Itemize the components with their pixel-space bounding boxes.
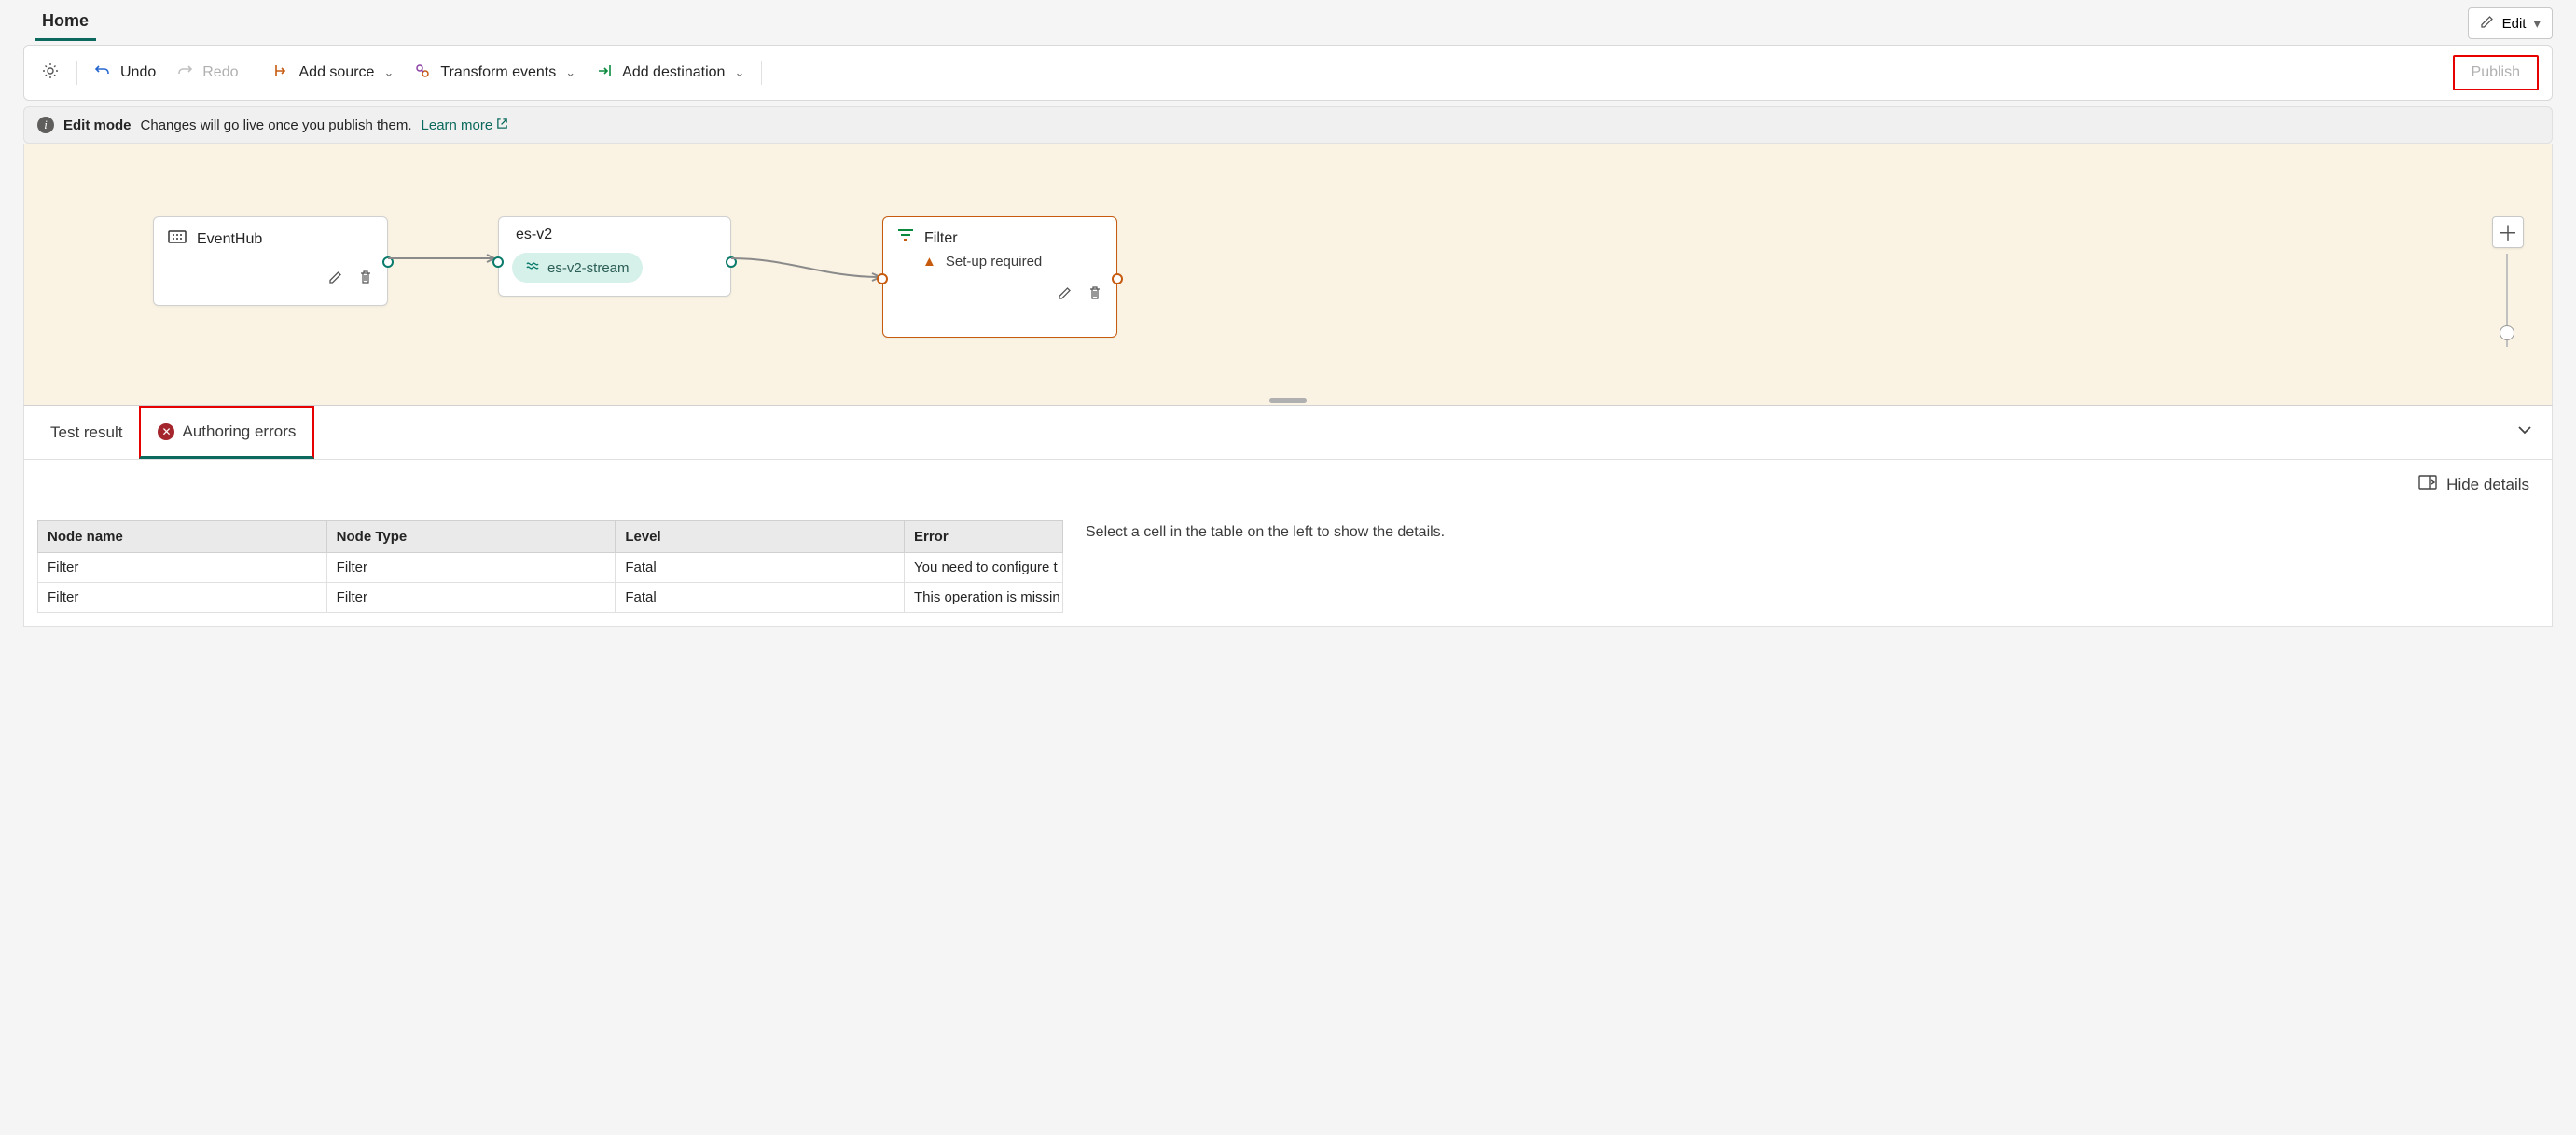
cell-node-type[interactable]: Filter bbox=[326, 553, 616, 583]
node-filter[interactable]: Filter ▲ Set-up required bbox=[882, 216, 1117, 338]
output-port[interactable] bbox=[382, 256, 394, 268]
col-node-type[interactable]: Node Type bbox=[326, 521, 616, 553]
publish-button[interactable]: Publish bbox=[2453, 55, 2539, 90]
node-esv2[interactable]: es-v2 es-v2-stream bbox=[498, 216, 731, 297]
hide-details-button[interactable]: Hide details bbox=[2409, 467, 2539, 502]
connector bbox=[731, 251, 885, 288]
transform-label: Transform events bbox=[440, 64, 556, 81]
redo-button: Redo bbox=[173, 61, 242, 86]
pencil-icon bbox=[2480, 14, 2495, 33]
node-eventhub-title: EventHub bbox=[197, 231, 262, 248]
zoom-slider-thumb[interactable] bbox=[2500, 325, 2514, 340]
col-node-name[interactable]: Node name bbox=[38, 521, 327, 553]
redo-label: Redo bbox=[202, 64, 238, 81]
hide-details-label: Hide details bbox=[2446, 476, 2529, 494]
chevron-down-icon: ⌄ bbox=[565, 65, 575, 80]
stream-icon bbox=[525, 258, 540, 277]
add-destination-button[interactable]: Add destination ⌄ bbox=[592, 61, 748, 86]
tabbar: Home Edit ▾ bbox=[23, 0, 2553, 41]
cell-node-name[interactable]: Filter bbox=[38, 553, 327, 583]
info-icon: i bbox=[37, 117, 54, 133]
plus-icon: ＋ bbox=[2498, 217, 2518, 247]
pipeline-canvas[interactable]: EventHub es-v2 es-v2-stream bbox=[23, 144, 2553, 405]
cell-level[interactable]: Fatal bbox=[616, 583, 905, 613]
banner-text: Changes will go live once you publish th… bbox=[141, 118, 412, 133]
edit-node-button[interactable] bbox=[1055, 283, 1075, 303]
add-destination-icon bbox=[596, 62, 613, 84]
transform-icon bbox=[414, 62, 431, 84]
gear-icon bbox=[41, 62, 60, 85]
panel-resize-handle[interactable] bbox=[1269, 398, 1307, 403]
connector bbox=[388, 251, 500, 266]
table-row[interactable]: Filter Filter Fatal You need to configur… bbox=[38, 553, 1063, 583]
edit-button-label: Edit bbox=[2502, 16, 2527, 32]
redo-icon bbox=[176, 62, 193, 84]
settings-button[interactable] bbox=[37, 60, 63, 87]
details-panel: Hide details Node name Node Type Level E… bbox=[23, 460, 2553, 627]
separator bbox=[761, 61, 762, 85]
col-error[interactable]: Error bbox=[904, 521, 1062, 553]
output-port[interactable] bbox=[726, 256, 737, 268]
edit-node-button[interactable] bbox=[325, 267, 346, 287]
add-source-button[interactable]: Add source ⌄ bbox=[270, 61, 398, 86]
tab-test-result[interactable]: Test result bbox=[34, 408, 139, 457]
chevron-down-icon: ▾ bbox=[2533, 15, 2541, 32]
learn-more-link[interactable]: Learn more bbox=[422, 118, 509, 133]
toolbar: Undo Redo Add source ⌄ Transform events … bbox=[23, 45, 2553, 101]
input-port[interactable] bbox=[877, 273, 888, 284]
table-row[interactable]: Filter Filter Fatal This operation is mi… bbox=[38, 583, 1063, 613]
add-source-label: Add source bbox=[299, 64, 375, 81]
add-source-icon bbox=[273, 62, 290, 84]
edit-mode-banner: i Edit mode Changes will go live once yo… bbox=[23, 106, 2553, 144]
chevron-down-icon bbox=[2516, 423, 2533, 442]
warning-icon: ▲ bbox=[922, 254, 936, 270]
node-filter-warning: Set-up required bbox=[946, 254, 1042, 270]
add-node-button[interactable]: ＋ bbox=[2492, 216, 2524, 248]
external-link-icon bbox=[496, 118, 508, 133]
eventhub-icon bbox=[167, 227, 187, 252]
stream-label: es-v2-stream bbox=[547, 260, 630, 276]
details-side-hint: Select a cell in the table on the left t… bbox=[1086, 520, 2539, 613]
learn-more-label: Learn more bbox=[422, 118, 493, 133]
col-level[interactable]: Level bbox=[616, 521, 905, 553]
tab-home[interactable]: Home bbox=[35, 6, 96, 41]
undo-button[interactable]: Undo bbox=[90, 61, 159, 86]
delete-node-button[interactable] bbox=[1085, 283, 1105, 303]
undo-label: Undo bbox=[120, 64, 156, 81]
node-esv2-title: es-v2 bbox=[512, 227, 552, 243]
chevron-down-icon: ⌄ bbox=[383, 65, 394, 80]
cell-error[interactable]: This operation is missin bbox=[904, 583, 1062, 613]
error-icon: ✕ bbox=[158, 423, 174, 440]
add-destination-label: Add destination bbox=[622, 64, 725, 81]
cell-error[interactable]: You need to configure t bbox=[904, 553, 1062, 583]
separator bbox=[76, 61, 77, 85]
input-port[interactable] bbox=[492, 256, 504, 268]
tab-authoring-errors[interactable]: ✕ Authoring errors bbox=[139, 406, 314, 459]
output-port[interactable] bbox=[1112, 273, 1123, 284]
tab-authoring-errors-label: Authoring errors bbox=[182, 422, 296, 441]
edit-button[interactable]: Edit ▾ bbox=[2468, 7, 2553, 39]
undo-icon bbox=[94, 62, 111, 84]
collapse-panel-button[interactable] bbox=[2507, 414, 2542, 450]
chevron-down-icon: ⌄ bbox=[734, 65, 744, 80]
errors-table: Node name Node Type Level Error Filter F… bbox=[37, 520, 1063, 613]
hide-details-icon bbox=[2418, 475, 2437, 494]
bottom-tabs: Test result ✕ Authoring errors bbox=[23, 405, 2553, 460]
node-filter-title: Filter bbox=[924, 230, 958, 247]
table-header-row: Node name Node Type Level Error bbox=[38, 521, 1063, 553]
node-eventhub[interactable]: EventHub bbox=[153, 216, 388, 306]
banner-title: Edit mode bbox=[63, 118, 132, 133]
transform-events-button[interactable]: Transform events ⌄ bbox=[410, 61, 579, 86]
cell-level[interactable]: Fatal bbox=[616, 553, 905, 583]
cell-node-type[interactable]: Filter bbox=[326, 583, 616, 613]
cell-node-name[interactable]: Filter bbox=[38, 583, 327, 613]
filter-icon bbox=[896, 227, 915, 250]
delete-node-button[interactable] bbox=[355, 267, 376, 287]
stream-pill[interactable]: es-v2-stream bbox=[512, 253, 643, 283]
